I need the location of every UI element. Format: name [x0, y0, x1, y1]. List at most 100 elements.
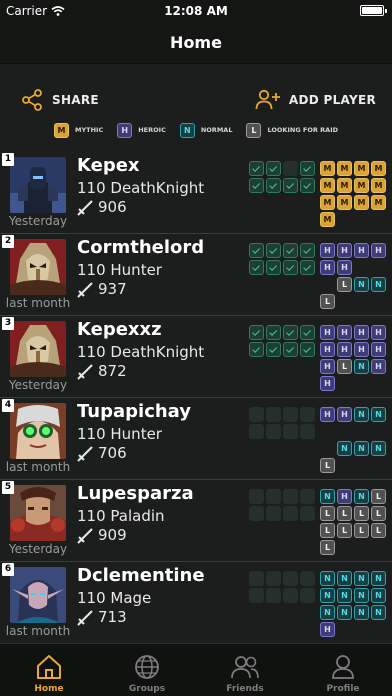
- boss-kill-badge: N: [354, 489, 369, 504]
- boss-kill-badge: N: [354, 605, 369, 620]
- player-name: Kepex: [77, 155, 140, 176]
- rank-badge: 6: [2, 563, 14, 576]
- boss-kill-badge: L: [371, 489, 386, 504]
- rank-badge: 3: [2, 317, 14, 330]
- check-empty-icon: [266, 489, 281, 504]
- friends-icon: [230, 654, 260, 683]
- action-bar: SHARE ADD PLAYER: [0, 88, 392, 124]
- legend-label: HEROIC: [138, 126, 166, 134]
- player-row[interactable]: 1 Yesterday Kepex 110 DeathKnight 906 M M M M M M M…: [0, 152, 392, 234]
- check-empty-icon: [283, 506, 298, 521]
- rank-badge: 4: [2, 399, 14, 412]
- check-empty-icon: [266, 407, 281, 422]
- last-seen: last month: [5, 296, 71, 310]
- player-name: Tupapichay: [77, 401, 192, 422]
- character-portrait: [10, 567, 66, 623]
- check-empty-icon: [300, 506, 315, 521]
- boss-kill-badge: M: [337, 195, 352, 210]
- check-empty-icon: [300, 407, 315, 422]
- raid-progress: NHNLLLLLLLLLL: [320, 489, 386, 555]
- add-user-icon: [255, 89, 280, 110]
- tab-label: Groups: [128, 684, 166, 694]
- check-complete-icon: [283, 243, 298, 258]
- player-name: Dclementine: [77, 565, 205, 586]
- tab-groups[interactable]: Groups: [98, 644, 196, 696]
- check-complete-icon: [300, 342, 315, 357]
- check-complete-icon: [266, 260, 281, 275]
- boss-kill-empty: [354, 260, 369, 275]
- boss-kill-badge: N: [354, 277, 369, 292]
- legend-label: NORMAL: [200, 126, 233, 134]
- check-empty-icon: [249, 489, 264, 504]
- boss-kill-badge: M: [371, 161, 386, 176]
- add-player-button[interactable]: ADD PLAYER: [255, 88, 376, 112]
- boss-kill-badge: H: [337, 260, 352, 275]
- boss-kill-empty: [371, 260, 386, 275]
- boss-kill-badge: N: [337, 441, 352, 456]
- check-complete-icon: [300, 161, 315, 176]
- boss-kill-badge: H: [371, 342, 386, 357]
- check-empty-icon: [283, 407, 298, 422]
- boss-kill-badge: H: [371, 325, 386, 340]
- item-level: 906: [77, 198, 127, 216]
- last-seen: Yesterday: [8, 378, 68, 392]
- boss-kill-badge: M: [320, 195, 335, 210]
- boss-kill-badge: H: [337, 243, 352, 258]
- boss-kill-badge: L: [320, 523, 335, 538]
- sword-icon: [77, 282, 93, 298]
- boss-kill-badge: N: [371, 588, 386, 603]
- boss-kill-badge: L: [337, 523, 352, 538]
- boss-kill-badge: M: [354, 178, 369, 193]
- player-list: 1 Yesterday Kepex 110 DeathKnight 906 M M M M M M M…: [0, 152, 392, 644]
- boss-kill-badge: M: [337, 161, 352, 176]
- boss-kill-empty: [337, 424, 352, 439]
- player-row[interactable]: 6 last month Dclementine 110 Mage 713 N N N N N N N…: [0, 562, 392, 644]
- check-empty-icon: [283, 588, 298, 603]
- legend-label: MYTHIC: [74, 126, 104, 134]
- share-icon: [22, 89, 42, 111]
- player-row[interactable]: 4 last month Tupapichay 110 Hunter 706 H H N N N N…: [0, 398, 392, 480]
- check-empty-icon: [266, 571, 281, 586]
- check-complete-icon: [300, 243, 315, 258]
- item-level: 937: [77, 280, 127, 298]
- check-complete-icon: [300, 325, 315, 340]
- boss-kill-badge: H: [337, 407, 352, 422]
- boss-kill-badge: H: [371, 359, 386, 374]
- share-button[interactable]: SHARE: [20, 88, 99, 112]
- boss-kill-badge: H: [320, 407, 335, 422]
- tab-profile[interactable]: Profile: [294, 644, 392, 696]
- player-row[interactable]: 3 Yesterday Kepexxz 110 DeathKnight 872 H H H H H…: [0, 316, 392, 398]
- player-row[interactable]: 5 Yesterday Lupesparza 110 Paladin 909 N H N L L L…: [0, 480, 392, 562]
- boss-kill-badge: L: [337, 277, 352, 292]
- legend-label: LOOKING FOR RAID: [267, 126, 339, 134]
- raid-progress: NNNNNNNNNNNNH: [320, 571, 386, 637]
- sword-icon: [77, 528, 93, 544]
- legend-item-normal: N NORMAL: [179, 122, 233, 138]
- boss-kill-badge: H: [354, 342, 369, 357]
- item-level-value: 909: [98, 526, 127, 544]
- raid-progress: HHHHHHHHHLNHH: [320, 325, 386, 391]
- boss-kill-badge: N: [320, 605, 335, 620]
- player-row[interactable]: 2 last month Cormthelord 110 Hunter 937 H H H H H…: [0, 234, 392, 316]
- sword-icon: [77, 610, 93, 626]
- share-label: SHARE: [52, 93, 99, 107]
- player-level-class: 110 Hunter: [77, 425, 162, 443]
- boss-kill-badge: L: [337, 506, 352, 521]
- check-complete-icon: [249, 243, 264, 258]
- boss-kill-badge: N: [337, 588, 352, 603]
- character-portrait: [10, 321, 66, 377]
- tab-bar: Home Groups Friends Profile: [0, 643, 392, 696]
- boss-kill-badge: M: [320, 178, 335, 193]
- tab-home[interactable]: Home: [0, 644, 98, 696]
- check-empty-icon: [249, 588, 264, 603]
- character-portrait: [10, 485, 66, 541]
- boss-kill-badge: L: [354, 523, 369, 538]
- player-level-class: 110 DeathKnight: [77, 179, 205, 197]
- tab-friends[interactable]: Friends: [196, 644, 294, 696]
- boss-kill-badge: L: [320, 540, 335, 555]
- check-complete-icon: [249, 178, 264, 193]
- player-name: Kepexxz: [77, 319, 162, 340]
- sword-icon: [77, 200, 93, 216]
- boss-kill-empty: [320, 424, 335, 439]
- check-empty-icon: [300, 424, 315, 439]
